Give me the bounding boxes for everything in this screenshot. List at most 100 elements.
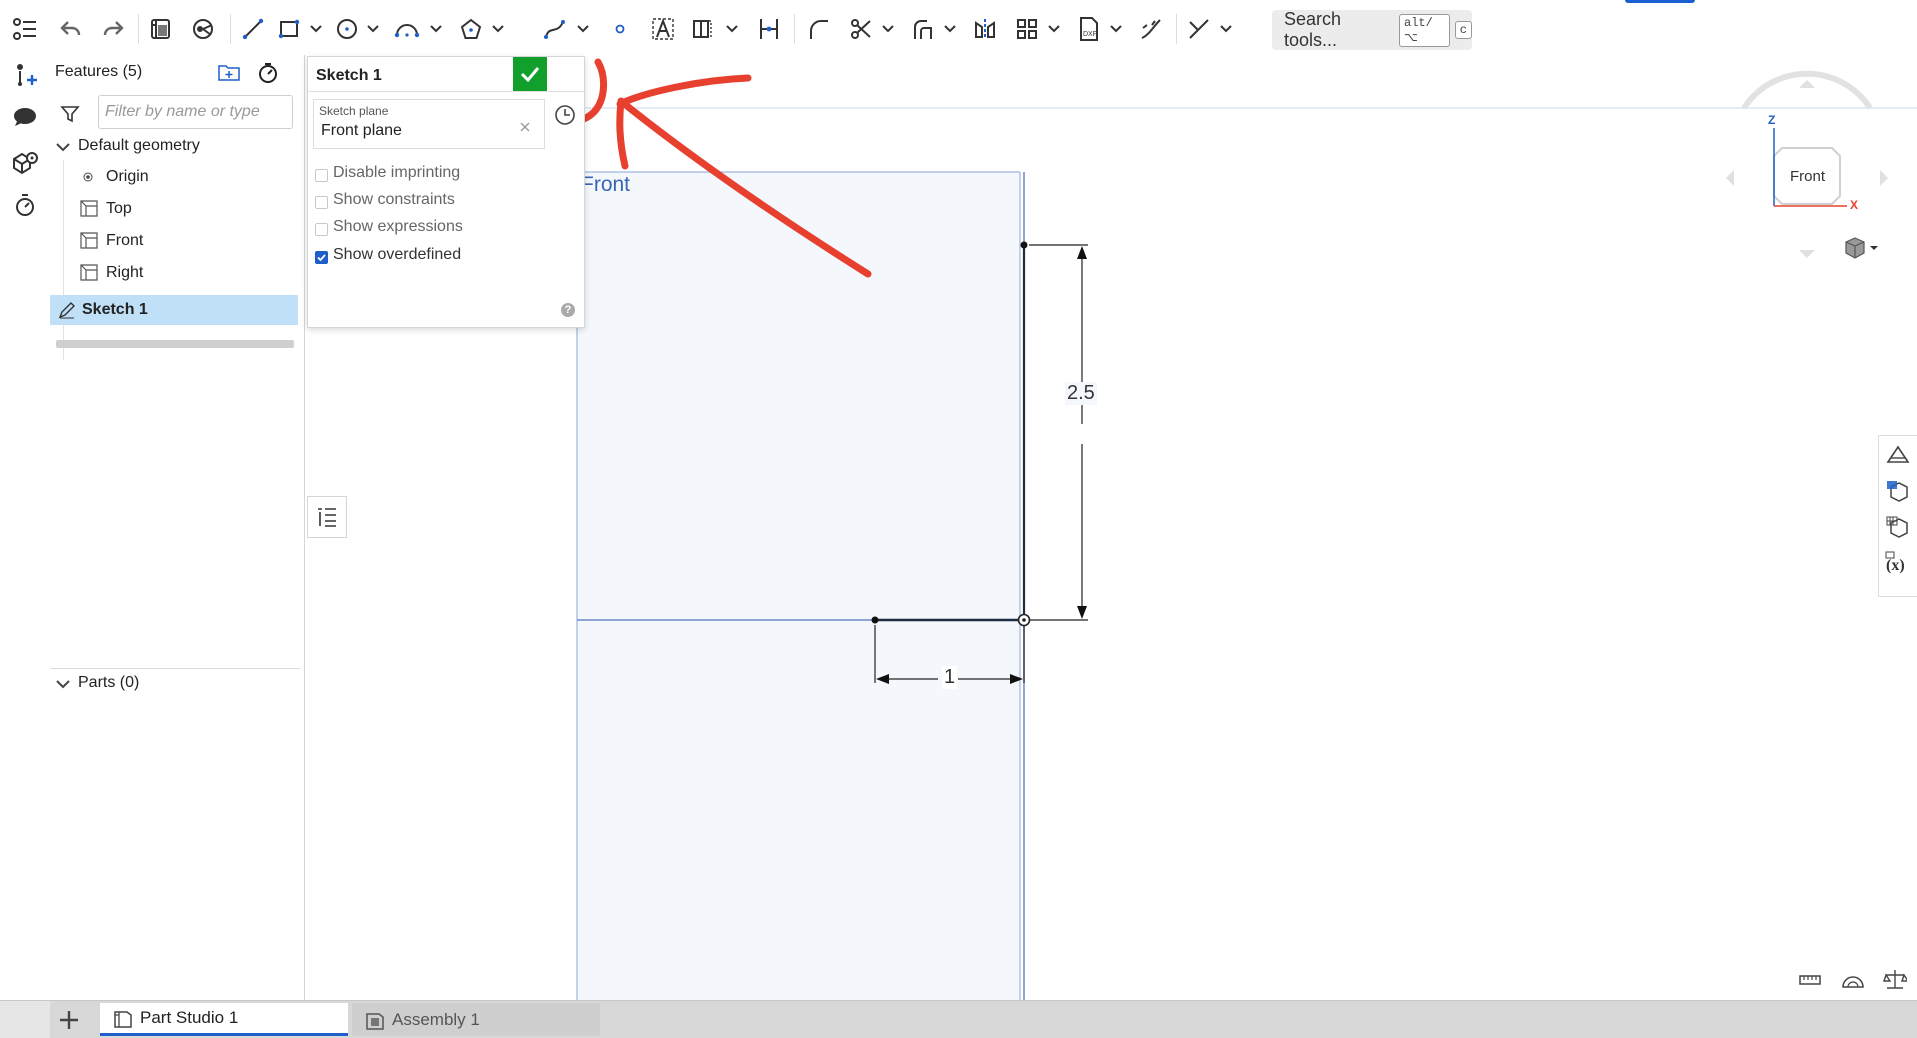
dimension-vertical-value[interactable]: 2.5 — [1065, 382, 1097, 405]
confirm-sketch-button[interactable] — [513, 57, 547, 91]
show-expressions-checkbox[interactable] — [315, 223, 328, 236]
filter-icon[interactable] — [60, 104, 80, 124]
tab-assembly-1[interactable]: Assembly 1 — [352, 1003, 600, 1036]
sketch-plane-field[interactable]: Sketch plane Front plane — [313, 99, 545, 149]
trim-tool-icon[interactable] — [844, 12, 878, 46]
section-view-icon[interactable] — [1840, 968, 1866, 990]
configurations-icon[interactable] — [1885, 514, 1911, 540]
line-tool-icon[interactable] — [236, 12, 270, 46]
parts-chevron-icon[interactable] — [56, 680, 70, 690]
view-cube-label: Front — [1790, 168, 1826, 185]
rectangle-dropdown-chevron-icon[interactable] — [307, 20, 325, 38]
dimension-horizontal-value[interactable]: 1 — [942, 666, 958, 689]
sketch-endpoint[interactable] — [1020, 241, 1028, 249]
sketch-plane-label: Sketch plane — [319, 104, 389, 118]
parts-label[interactable]: Parts (0) — [78, 674, 139, 692]
offset-dropdown-chevron-icon[interactable] — [941, 20, 959, 38]
fillet-tool-icon[interactable] — [802, 12, 836, 46]
transform-tool-icon[interactable] — [1134, 12, 1168, 46]
axis-z-label: Z — [1768, 113, 1776, 127]
construction-tool-icon[interactable] — [686, 12, 720, 46]
trim-dropdown-chevron-icon[interactable] — [879, 20, 897, 38]
add-folder-icon[interactable] — [218, 63, 240, 81]
arc-tool-icon[interactable] — [390, 12, 424, 46]
spline-tool-icon[interactable] — [538, 12, 572, 46]
display-states-icon[interactable] — [1885, 478, 1911, 504]
shortcut-c-key: c — [1454, 21, 1472, 39]
clear-plane-icon[interactable] — [520, 122, 530, 132]
show-expressions-label[interactable]: Show expressions — [333, 218, 463, 236]
dimension-dropdown-chevron-icon[interactable] — [1217, 20, 1235, 38]
use-icon[interactable] — [186, 12, 220, 46]
comments-icon[interactable] — [8, 100, 42, 134]
pattern-tool-icon[interactable] — [1010, 12, 1044, 46]
new-sketch-icon[interactable] — [144, 12, 178, 46]
tree-item-label: Right — [106, 264, 144, 281]
sketch-endpoint[interactable] — [871, 616, 879, 624]
appearance-icon[interactable] — [1885, 442, 1911, 468]
front-plane-region[interactable] — [577, 172, 1020, 1000]
tree-item-label: Top — [106, 200, 132, 217]
sketch-dialog-title: Sketch 1 — [316, 67, 382, 84]
sketch-history-icon[interactable] — [553, 103, 577, 127]
construction-dropdown-chevron-icon[interactable] — [723, 20, 741, 38]
pattern-dropdown-chevron-icon[interactable] — [1045, 20, 1063, 38]
sketch-plane-value: Front plane — [321, 122, 402, 139]
plane-icon — [80, 232, 98, 249]
default-geometry-chevron-icon[interactable] — [56, 143, 70, 153]
search-tools-field[interactable]: Search tools... alt/⌥ c — [1272, 9, 1472, 50]
history-timer-icon[interactable] — [8, 188, 42, 222]
text-tool-icon[interactable] — [646, 12, 680, 46]
tree-item-origin[interactable]: Origin — [50, 163, 304, 191]
checkmark-icon — [317, 254, 326, 262]
parts-gear-icon[interactable] — [8, 146, 42, 180]
variables-icon[interactable]: (x) — [1885, 550, 1913, 576]
polygon-tool-icon[interactable] — [454, 12, 488, 46]
insert-feature-icon[interactable] — [8, 58, 42, 92]
dxf-import-icon[interactable]: DXF — [1072, 12, 1106, 46]
undo-icon[interactable] — [54, 12, 88, 46]
spline-dropdown-chevron-icon[interactable] — [574, 20, 592, 38]
mass-properties-icon[interactable] — [1883, 968, 1907, 990]
default-geometry-label[interactable]: Default geometry — [78, 137, 200, 155]
view-mode-cube-icon[interactable] — [1843, 236, 1879, 260]
point-tool-icon[interactable] — [603, 12, 637, 46]
axis-x-label: X — [1850, 198, 1859, 212]
tree-item-label: Front — [106, 232, 144, 249]
show-overdefined-checkbox[interactable] — [315, 251, 328, 264]
dimension-tool-icon[interactable] — [1182, 12, 1216, 46]
polygon-dropdown-chevron-icon[interactable] — [489, 20, 507, 38]
show-constraints-checkbox[interactable] — [315, 196, 328, 209]
midpoint-line-icon[interactable] — [752, 12, 786, 46]
circle-tool-icon[interactable] — [330, 12, 364, 46]
redo-icon[interactable] — [96, 12, 130, 46]
show-constraints-label[interactable]: Show constraints — [333, 191, 455, 209]
rollback-timer-icon[interactable] — [257, 62, 279, 84]
tree-item-top[interactable]: Top — [50, 195, 304, 223]
filter-input[interactable] — [98, 95, 293, 129]
svg-text:(x): (x) — [1886, 557, 1905, 574]
tab-bar: Part Studio 1 Assembly 1 — [0, 1000, 1917, 1038]
disable-imprinting-checkbox[interactable] — [315, 169, 328, 182]
feature-list-icon[interactable] — [8, 12, 42, 46]
help-icon[interactable]: ? — [561, 303, 575, 317]
circle-dropdown-chevron-icon[interactable] — [364, 20, 382, 38]
tree-item-sketch-1[interactable]: Sketch 1 — [50, 295, 298, 325]
tree-item-right[interactable]: Right — [50, 259, 304, 287]
arc-dropdown-chevron-icon[interactable] — [427, 20, 445, 38]
tab-label: Assembly 1 — [392, 1009, 480, 1029]
feature-list-toggle-button[interactable] — [307, 496, 347, 538]
disable-imprinting-label[interactable]: Disable imprinting — [333, 164, 460, 182]
offset-tool-icon[interactable] — [906, 12, 940, 46]
rectangle-tool-icon[interactable] — [272, 12, 306, 46]
tab-part-studio-1[interactable]: Part Studio 1 — [100, 1003, 348, 1036]
import-dropdown-chevron-icon[interactable] — [1107, 20, 1125, 38]
add-tab-icon[interactable] — [56, 1007, 82, 1033]
dimension-vertical[interactable] — [1029, 244, 1088, 621]
rollback-bar[interactable] — [56, 340, 294, 348]
measure-icon[interactable] — [1797, 968, 1823, 990]
tree-item-front[interactable]: Front — [50, 227, 304, 255]
sketch-toolbar: DXF — [50, 0, 1917, 59]
mirror-tool-icon[interactable] — [968, 12, 1002, 46]
show-overdefined-label[interactable]: Show overdefined — [333, 246, 461, 264]
